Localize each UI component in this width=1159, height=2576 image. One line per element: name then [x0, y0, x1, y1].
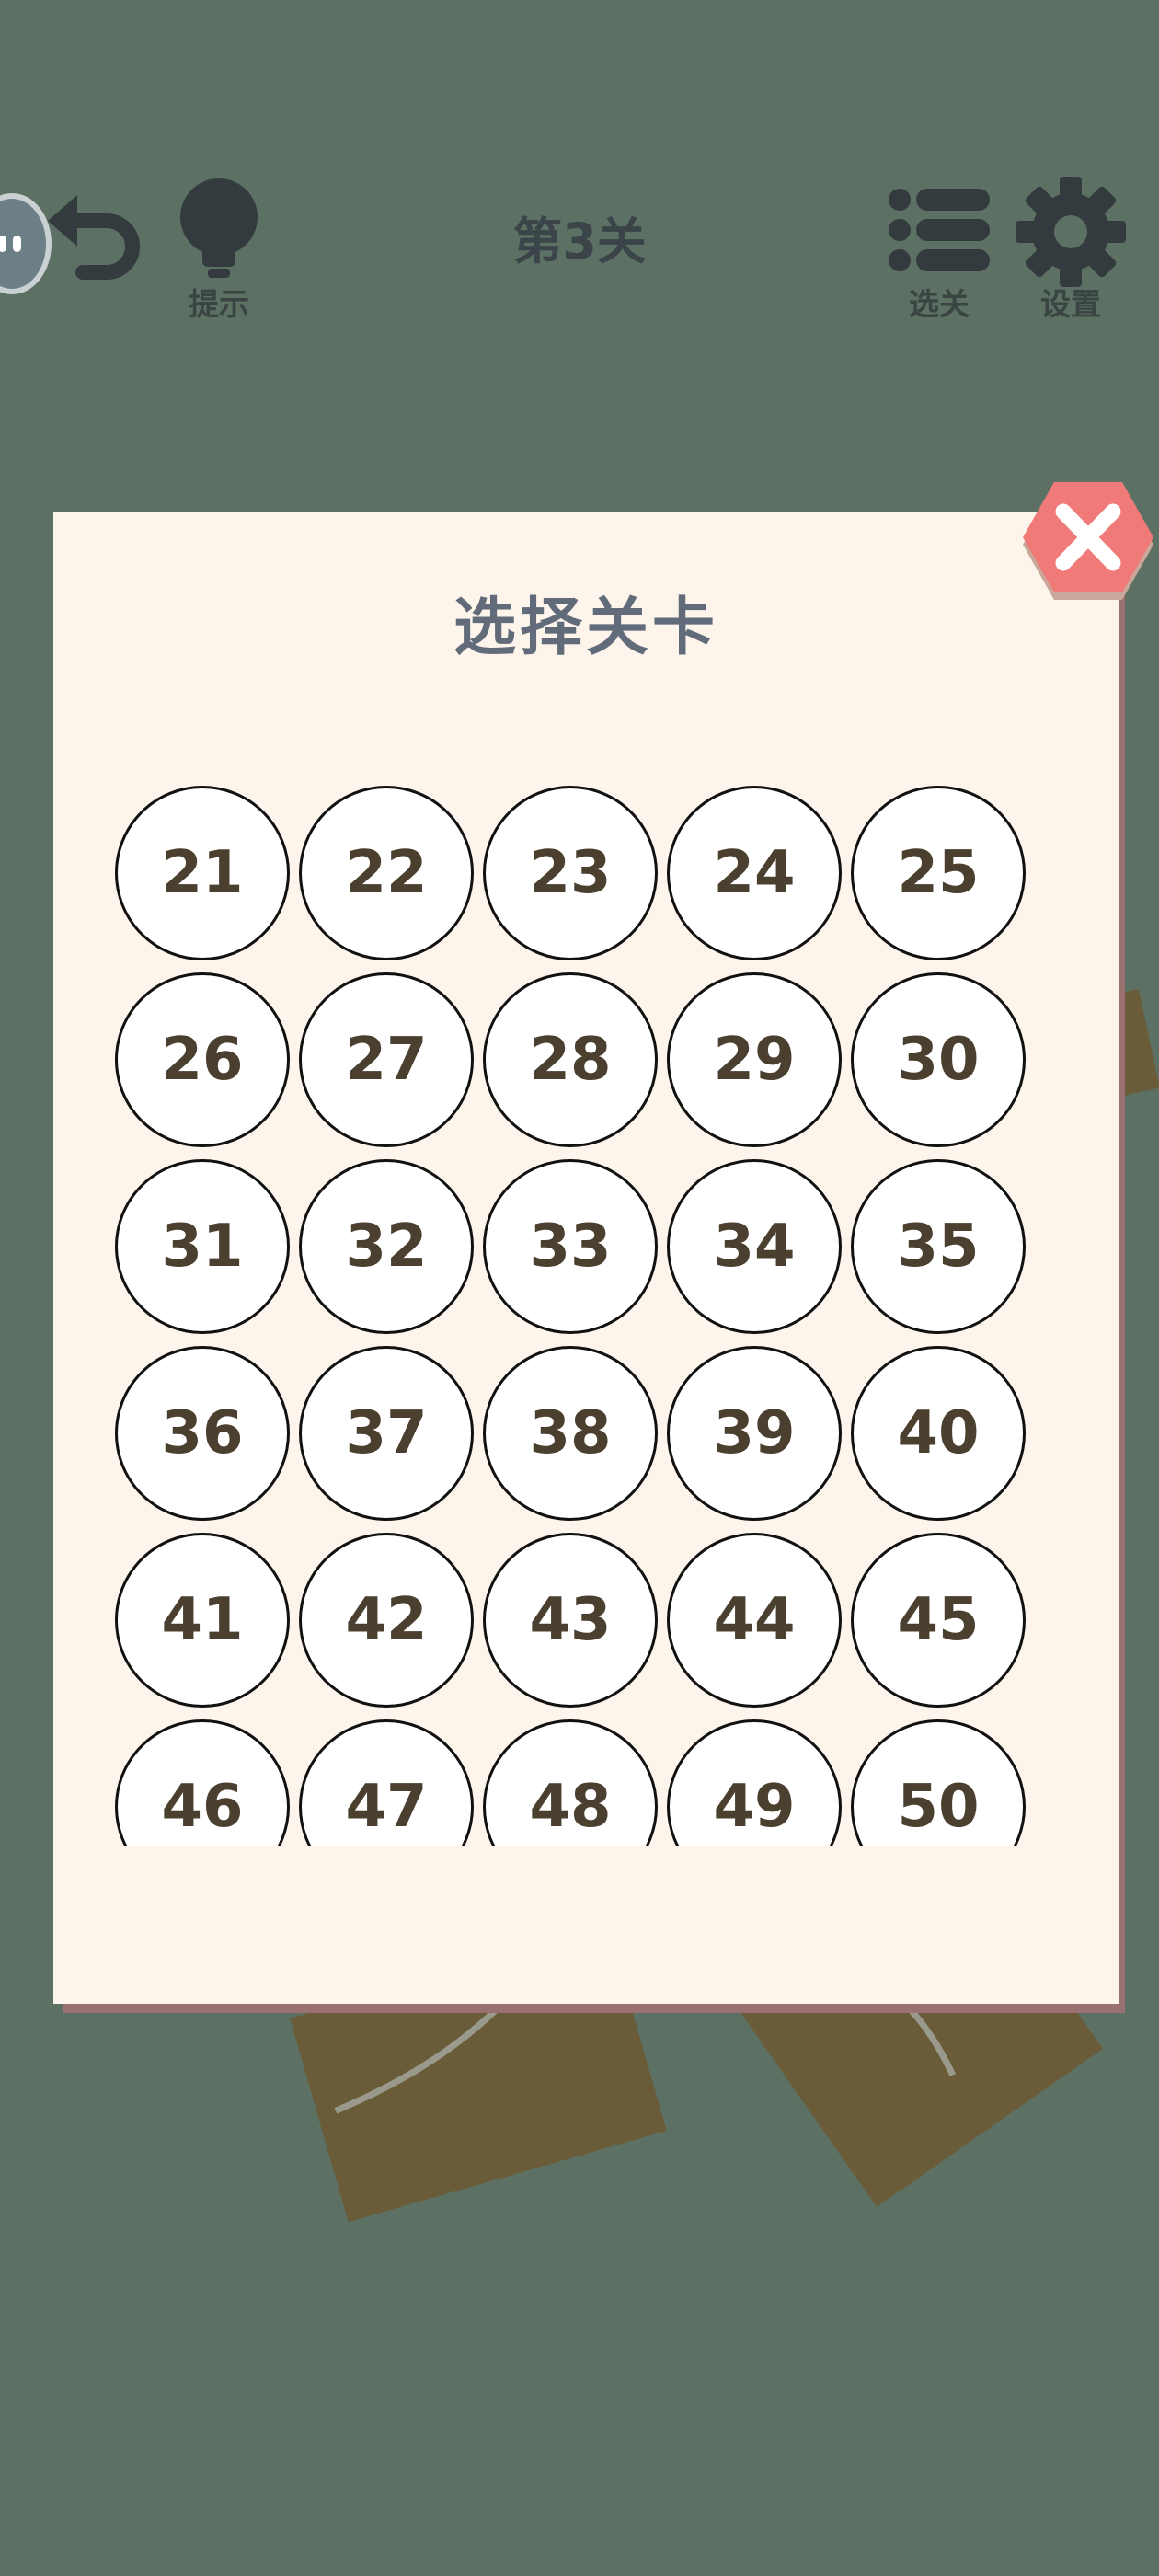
level-button[interactable]: 30: [851, 972, 1026, 1147]
undo-icon: [48, 195, 140, 280]
hint-label: 提示: [189, 286, 249, 322]
level-title: 第3关: [512, 213, 647, 270]
level-select-dialog: 选择关卡 21 22 23 24 25 26 27 28 29 30 31 32 33 34 35 36 37 3…: [53, 512, 1119, 2004]
level-button[interactable]: 42: [299, 1533, 474, 1708]
avatar-eye-right: [13, 236, 21, 252]
level-button[interactable]: 39: [667, 1346, 842, 1521]
settings-button[interactable]: [1014, 175, 1128, 289]
level-button[interactable]: 22: [299, 786, 474, 960]
level-button[interactable]: 47: [299, 1719, 474, 1846]
level-button[interactable]: 45: [851, 1533, 1026, 1708]
level-button[interactable]: 21: [115, 786, 290, 960]
level-button[interactable]: 38: [483, 1346, 658, 1521]
level-button[interactable]: 29: [667, 972, 842, 1147]
avatar-eye-left: [0, 236, 6, 252]
level-button[interactable]: 48: [483, 1719, 658, 1846]
level-button[interactable]: 50: [851, 1719, 1026, 1846]
level-button[interactable]: 36: [115, 1346, 290, 1521]
close-icon: [1023, 482, 1153, 600]
undo-button[interactable]: [35, 184, 145, 285]
level-button[interactable]: 24: [667, 786, 842, 960]
level-button[interactable]: 25: [851, 786, 1026, 960]
list-icon: [889, 189, 990, 271]
level-grid[interactable]: 21 22 23 24 25 26 27 28 29 30 31 32 33 34 35 36 37 38 39 40…: [112, 778, 1087, 1846]
level-button[interactable]: 31: [115, 1159, 290, 1334]
level-button[interactable]: 35: [851, 1159, 1026, 1334]
level-button[interactable]: 28: [483, 972, 658, 1147]
level-button[interactable]: 32: [299, 1159, 474, 1334]
level-button[interactable]: 33: [483, 1159, 658, 1334]
level-button[interactable]: 27: [299, 972, 474, 1147]
level-button[interactable]: 41: [115, 1533, 290, 1708]
level-button[interactable]: 37: [299, 1346, 474, 1521]
level-button[interactable]: 26: [115, 972, 290, 1147]
dialog-title: 选择关卡: [453, 592, 718, 664]
settings-label: 设置: [1040, 286, 1101, 322]
level-button[interactable]: 49: [667, 1719, 842, 1846]
lightbulb-icon: [180, 178, 258, 278]
hint-button[interactable]: [173, 177, 265, 280]
level-button[interactable]: 44: [667, 1533, 842, 1708]
close-button[interactable]: [1019, 478, 1157, 604]
level-button[interactable]: 34: [667, 1159, 842, 1334]
gear-icon: [1016, 177, 1126, 287]
select-level-button[interactable]: [885, 184, 993, 276]
level-button[interactable]: 40: [851, 1346, 1026, 1521]
level-button[interactable]: 43: [483, 1533, 658, 1708]
select-level-label: 选关: [909, 286, 970, 322]
level-button[interactable]: 23: [483, 786, 658, 960]
level-button[interactable]: 46: [115, 1719, 290, 1846]
